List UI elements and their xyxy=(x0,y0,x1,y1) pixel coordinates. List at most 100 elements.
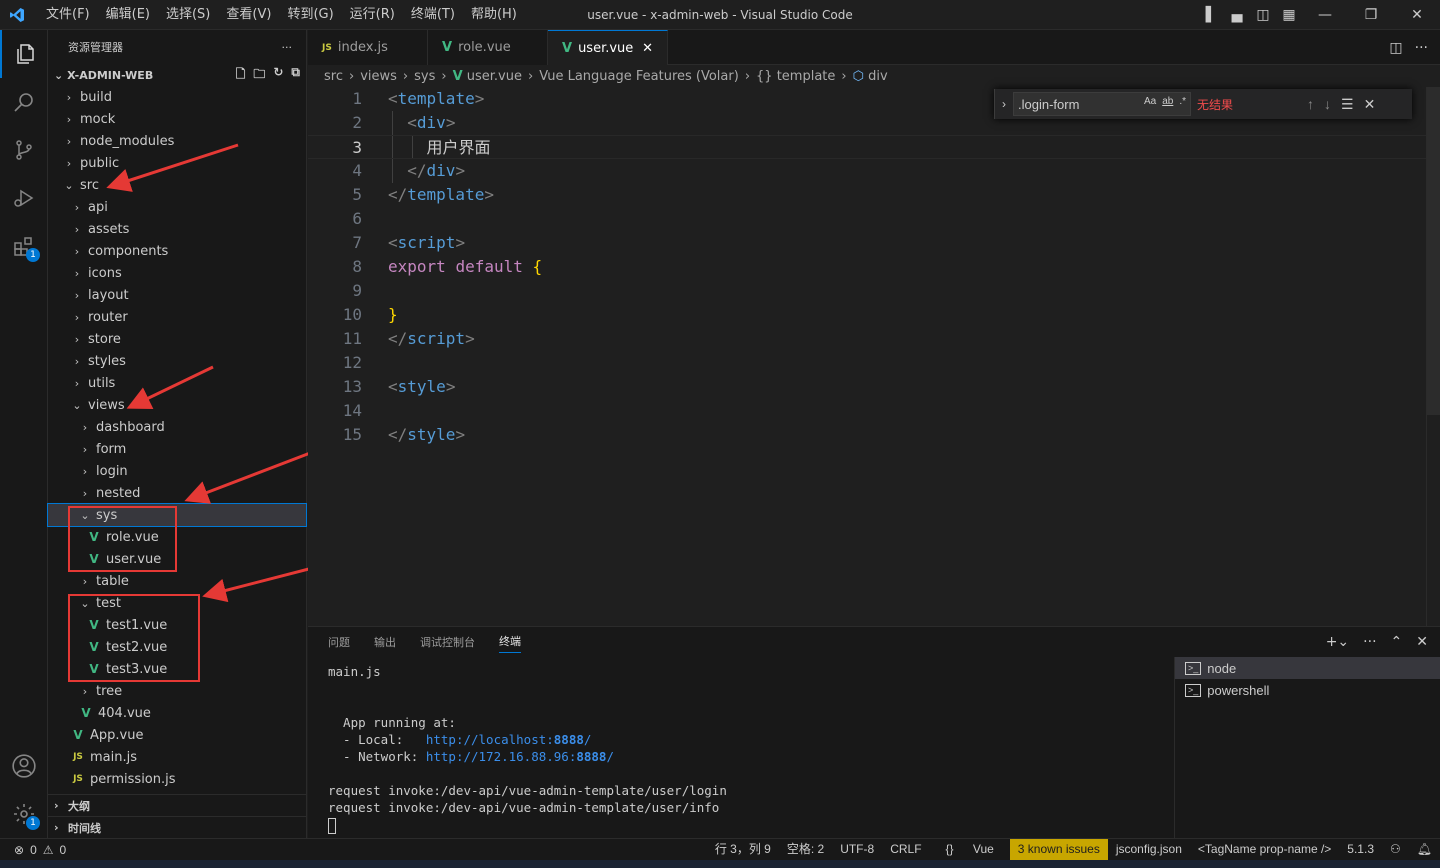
menu-item[interactable]: 帮助(H) xyxy=(463,0,525,30)
line-ending[interactable]: CRLF xyxy=(882,839,929,860)
file-item[interactable]: Vtest1.vue xyxy=(48,614,306,636)
tab-index-js[interactable]: JS index.js xyxy=(308,30,428,65)
folder-item[interactable]: › table xyxy=(48,570,306,592)
tagname-case[interactable]: <TagName prop-name /> xyxy=(1190,839,1339,860)
file-item[interactable]: V App.vue xyxy=(48,724,306,746)
code-editor[interactable]: 1 <template> 2 <div> 3 用户界面 4 </div> 5 </templ… xyxy=(308,87,1440,626)
folder-item[interactable]: ⌄ test xyxy=(48,592,306,614)
folder-item[interactable]: ⌄ sys xyxy=(47,503,307,527)
folder-item[interactable]: › utils xyxy=(48,372,306,394)
panel-tab[interactable]: 终端 xyxy=(499,632,521,653)
minimize-button[interactable]: — xyxy=(1302,0,1348,30)
version[interactable]: 5.1.3 xyxy=(1339,839,1382,860)
folder-item[interactable]: › nested xyxy=(48,482,306,504)
outline-section[interactable]: › 大纲 xyxy=(48,794,307,816)
folder-item[interactable]: › mock xyxy=(48,108,306,130)
file-item[interactable]: V 404.vue xyxy=(48,702,306,724)
breadcrumb-item[interactable]: sys xyxy=(414,69,435,84)
folder-item[interactable]: › node_modules xyxy=(48,130,306,152)
toggle-panel-icon[interactable]: ▄ xyxy=(1224,0,1250,30)
editor-scrollbar[interactable] xyxy=(1426,87,1440,626)
new-folder-icon[interactable]: 🗀 xyxy=(253,65,265,86)
terminal-output[interactable]: main.js App running at: - Local: http://… xyxy=(328,663,727,834)
collapse-all-icon[interactable]: ⧉ xyxy=(291,65,300,86)
file-item[interactable]: Vtest3.vue xyxy=(48,658,306,680)
breadcrumb-item[interactable]: V user.vue xyxy=(453,69,522,84)
menu-item[interactable]: 转到(G) xyxy=(279,0,341,30)
match-case-icon[interactable]: Aa xyxy=(1144,96,1156,107)
menu-item[interactable]: 文件(F) xyxy=(38,0,98,30)
problems-status[interactable]: ⊗ 0 ⚠ 0 xyxy=(0,843,66,857)
breadcrumb-item[interactable]: Vue Language Features (Volar) xyxy=(539,69,739,84)
folder-item[interactable]: › dashboard xyxy=(48,416,306,438)
more-actions-icon[interactable]: ··· xyxy=(1415,40,1428,56)
file-item[interactable]: Vrole.vue xyxy=(48,526,306,548)
terminal-instance[interactable]: >_ node xyxy=(1175,657,1440,679)
breadcrumb-item[interactable]: views xyxy=(360,69,397,84)
file-item[interactable]: JS main.js xyxy=(48,746,306,768)
folder-item[interactable]: › login xyxy=(48,460,306,482)
source-control-icon[interactable] xyxy=(0,126,48,174)
new-file-icon[interactable]: 🗋 xyxy=(236,65,246,86)
panel-tab[interactable]: 问题 xyxy=(328,634,350,650)
accounts-icon[interactable] xyxy=(0,742,48,790)
jsconfig[interactable]: jsconfig.json xyxy=(1108,839,1190,860)
menu-item[interactable]: 查看(V) xyxy=(218,0,279,30)
breadcrumb-item[interactable]: src xyxy=(324,69,343,84)
find-in-selection-icon[interactable]: ☰ xyxy=(1341,96,1354,113)
close-window-button[interactable]: ✕ xyxy=(1394,0,1440,30)
split-editor-icon[interactable]: ◫ xyxy=(1389,40,1402,56)
project-header[interactable]: ⌄ X-ADMIN-WEB 🗋 🗀 ↻ ⧉ xyxy=(48,64,306,86)
toggle-sidebar-icon[interactable]: ▌ xyxy=(1198,0,1224,30)
folder-item[interactable]: ⌄ views xyxy=(48,394,306,416)
known-issues[interactable]: 3 known issues xyxy=(1009,839,1108,860)
file-item[interactable]: Vuser.vue xyxy=(48,548,306,570)
toggle-replace-icon[interactable]: › xyxy=(995,97,1013,111)
explorer-icon[interactable] xyxy=(0,30,48,78)
breadcrumb-item[interactable]: ⬡ div xyxy=(853,69,888,84)
language-mode[interactable]: {} Vue xyxy=(930,839,1010,860)
refresh-icon[interactable]: ↻ xyxy=(273,65,283,86)
feedback-icon[interactable]: ⚇ xyxy=(1382,839,1409,860)
encoding[interactable]: UTF-8 xyxy=(832,839,882,860)
folder-item[interactable]: › api xyxy=(48,196,306,218)
previous-match-icon[interactable]: ↑ xyxy=(1307,96,1314,113)
folder-item[interactable]: ⌄ src xyxy=(48,174,306,196)
file-item[interactable]: JS permission.js xyxy=(48,768,306,790)
extensions-icon[interactable]: 1 xyxy=(0,222,48,270)
menu-item[interactable]: 选择(S) xyxy=(158,0,218,30)
notifications-bell-icon[interactable]: 🔔︎ xyxy=(1409,839,1440,860)
panel-tab[interactable]: 输出 xyxy=(374,634,396,650)
terminal-instance[interactable]: >_ powershell xyxy=(1175,679,1440,701)
folder-item[interactable]: › icons xyxy=(48,262,306,284)
folder-item[interactable]: › layout xyxy=(48,284,306,306)
find-input[interactable]: .login-form Aa ab .* xyxy=(1013,92,1191,116)
toggle-secondary-sidebar-icon[interactable]: ◫ xyxy=(1250,0,1276,30)
manage-gear-icon[interactable]: 1 xyxy=(0,790,48,838)
more-actions-icon[interactable]: ··· xyxy=(1363,634,1376,650)
regex-icon[interactable]: .* xyxy=(1179,96,1186,107)
folder-item[interactable]: › router xyxy=(48,306,306,328)
close-find-icon[interactable]: ✕ xyxy=(1364,96,1376,113)
tab-role-vue[interactable]: Vrole.vue xyxy=(428,30,548,65)
folder-item[interactable]: › components xyxy=(48,240,306,262)
search-icon[interactable] xyxy=(0,78,48,126)
menu-item[interactable]: 运行(R) xyxy=(342,0,403,30)
menu-item[interactable]: 终端(T) xyxy=(403,0,463,30)
folder-item[interactable]: › form xyxy=(48,438,306,460)
run-debug-icon[interactable] xyxy=(0,174,48,222)
panel-tab[interactable]: 调试控制台 xyxy=(420,634,475,650)
tab-user-vue[interactable]: Vuser.vue ✕ xyxy=(548,30,668,65)
new-terminal-icon[interactable]: +⌄ xyxy=(1326,634,1349,650)
cursor-position[interactable]: 行 3，列 9 xyxy=(707,839,779,860)
breadcrumb-item[interactable]: {} template xyxy=(756,69,835,84)
timeline-section[interactable]: › 时间线 xyxy=(48,816,307,838)
folder-item[interactable]: › build xyxy=(48,86,306,108)
folder-item[interactable]: › assets xyxy=(48,218,306,240)
menu-item[interactable]: 编辑(E) xyxy=(98,0,158,30)
indentation[interactable]: 空格: 2 xyxy=(779,839,832,860)
next-match-icon[interactable]: ↓ xyxy=(1324,96,1331,113)
folder-item[interactable]: › styles xyxy=(48,350,306,372)
maximize-panel-icon[interactable]: ⌃ xyxy=(1391,634,1403,650)
folder-item[interactable]: › store xyxy=(48,328,306,350)
